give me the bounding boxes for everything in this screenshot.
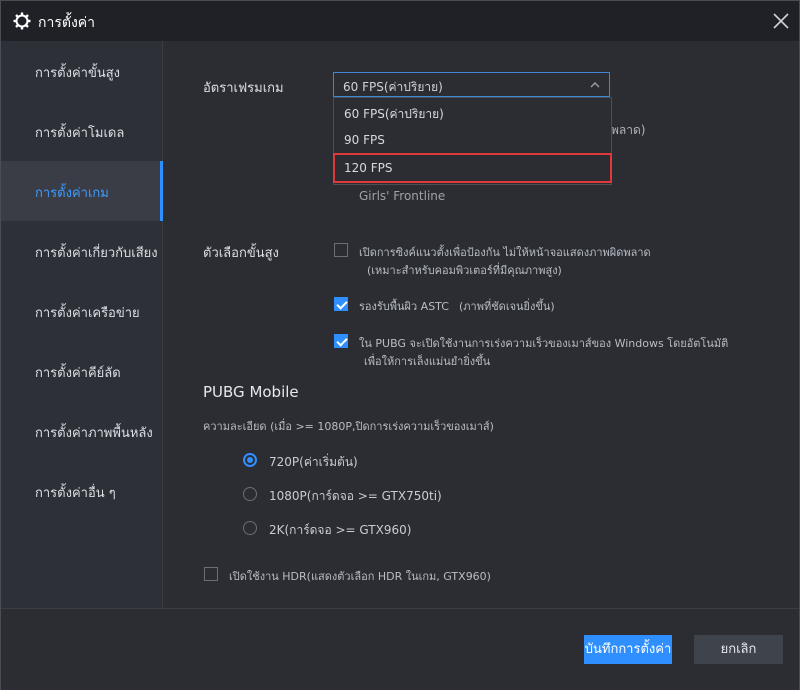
window-title: การตั้งค่า bbox=[38, 15, 96, 31]
frame-rate-label: อัตราเฟรมเกม bbox=[203, 81, 284, 96]
sidebar-item-wallpaper[interactable]: การตั้งค่าภาพพื้นหลัง bbox=[1, 401, 162, 461]
frame-rate-dropdown: 60 FPS(ค่าปริยาย) 90 FPS 120 FPS bbox=[333, 97, 612, 185]
fps-option-label: 60 FPS(ค่าปริยาย) bbox=[344, 107, 444, 121]
resolution-radio-2k[interactable] bbox=[243, 521, 257, 535]
fps-option-label: 90 FPS bbox=[344, 133, 385, 147]
mouse-accel-label: ใน PUBG จะเปิดใช้งานการเร่งความเร็วของเม… bbox=[359, 337, 729, 350]
sidebar-item-network[interactable]: การตั้งค่าเครือข่าย bbox=[1, 281, 162, 341]
sidebar-item-label: การตั้งค่าเครือข่าย bbox=[35, 306, 140, 321]
sidebar-item-label: การตั้งค่าขั้นสูง bbox=[35, 66, 120, 81]
sidebar: การตั้งค่าขั้นสูง การตั้งค่าโมเดล การตั้… bbox=[1, 41, 163, 608]
resolution-option-label: 720P(ค่าเริ่มต้น) bbox=[269, 455, 358, 469]
sidebar-item-game[interactable]: การตั้งค่าเกม bbox=[1, 161, 163, 221]
sidebar-item-label: การตั้งค่าโมเดล bbox=[35, 126, 125, 141]
fps-option-90[interactable]: 90 FPS bbox=[334, 126, 611, 154]
gear-icon bbox=[13, 12, 31, 30]
footer: บันทึกการตั้งค่า ยกเลิก bbox=[1, 608, 799, 690]
game-note: Girls' Frontline bbox=[359, 189, 446, 203]
fps-option-60[interactable]: 60 FPS(ค่าปริยาย) bbox=[334, 98, 611, 126]
sidebar-item-shortcuts[interactable]: การตั้งค่าคีย์ลัด bbox=[1, 341, 162, 401]
chevron-up-icon bbox=[590, 82, 600, 88]
sidebar-item-other[interactable]: การตั้งค่าอื่น ๆ bbox=[1, 461, 162, 521]
sidebar-item-label: การตั้งค่าเกี่ยวกับเสียง bbox=[35, 246, 158, 261]
resolution-radio-720p[interactable] bbox=[243, 453, 257, 467]
hdr-label: เปิดใช้งาน HDR(แสดงตัวเลือก HDR ในเกม, G… bbox=[229, 570, 491, 583]
sidebar-item-label: การตั้งค่าเกม bbox=[35, 186, 109, 201]
frame-rate-select[interactable]: 60 FPS(ค่าปริยาย) bbox=[333, 72, 610, 97]
settings-window: การตั้งค่า การตั้งค่าขั้นสูง การตั้งค่าโ… bbox=[0, 0, 800, 690]
resolution-option-label: 2K(การ์ดจอ >= GTX960) bbox=[269, 523, 412, 537]
resolution-radio-1080p[interactable] bbox=[243, 487, 257, 501]
vsync-checkbox[interactable] bbox=[334, 243, 348, 257]
title-bar: การตั้งค่า bbox=[1, 1, 799, 41]
pubg-section-title: PUBG Mobile bbox=[203, 383, 299, 401]
sidebar-item-label: การตั้งค่าภาพพื้นหลัง bbox=[35, 426, 153, 441]
frame-rate-selected-value: 60 FPS(ค่าปริยาย) bbox=[343, 80, 443, 94]
resolution-label: ความละเอียด (เมื่อ >= 1080P,ปิดการเร่งคว… bbox=[203, 420, 494, 433]
sidebar-item-model[interactable]: การตั้งค่าโมเดล bbox=[1, 101, 162, 161]
save-settings-button[interactable]: บันทึกการตั้งค่า bbox=[584, 635, 672, 664]
hdr-checkbox[interactable] bbox=[204, 567, 218, 581]
fps-option-label: 120 FPS bbox=[344, 161, 393, 175]
vsync-label: เปิดการซิงค์แนวตั้งเพื่อป้องกัน ไม่ให้หน… bbox=[359, 246, 651, 259]
sidebar-item-advanced[interactable]: การตั้งค่าขั้นสูง bbox=[1, 41, 162, 101]
mouse-accel-sublabel: เพื่อให้การเล็งแม่นยำยิ่งขึ้น bbox=[364, 355, 491, 368]
astc-label: รองรับพื้นผิว ASTC bbox=[359, 300, 449, 313]
sidebar-item-label: การตั้งค่าอื่น ๆ bbox=[35, 486, 116, 501]
advanced-options-label: ตัวเลือกขั้นสูง bbox=[203, 246, 279, 261]
astc-note: (ภาพที่ชัดเจนยิ่งขึ้น) bbox=[459, 300, 555, 313]
mouse-accel-checkbox[interactable] bbox=[334, 334, 348, 348]
astc-checkbox[interactable] bbox=[334, 297, 348, 311]
sidebar-item-sound[interactable]: การตั้งค่าเกี่ยวกับเสียง bbox=[1, 221, 162, 281]
close-icon[interactable] bbox=[773, 13, 789, 29]
sidebar-item-label: การตั้งค่าคีย์ลัด bbox=[35, 366, 121, 381]
partial-hint-text: พลาด) bbox=[611, 123, 646, 137]
cancel-button[interactable]: ยกเลิก bbox=[694, 635, 783, 664]
resolution-option-label: 1080P(การ์ดจอ >= GTX750ti) bbox=[269, 489, 442, 503]
vsync-sublabel: (เหมาะสำหรับคอมพิวเตอร์ที่มีคุณภาพสูง) bbox=[367, 264, 562, 277]
fps-option-120[interactable]: 120 FPS bbox=[333, 153, 612, 183]
settings-content: อัตราเฟรมเกม 60 FPS(ค่าปริยาย) พลาด) Gir… bbox=[163, 41, 799, 608]
